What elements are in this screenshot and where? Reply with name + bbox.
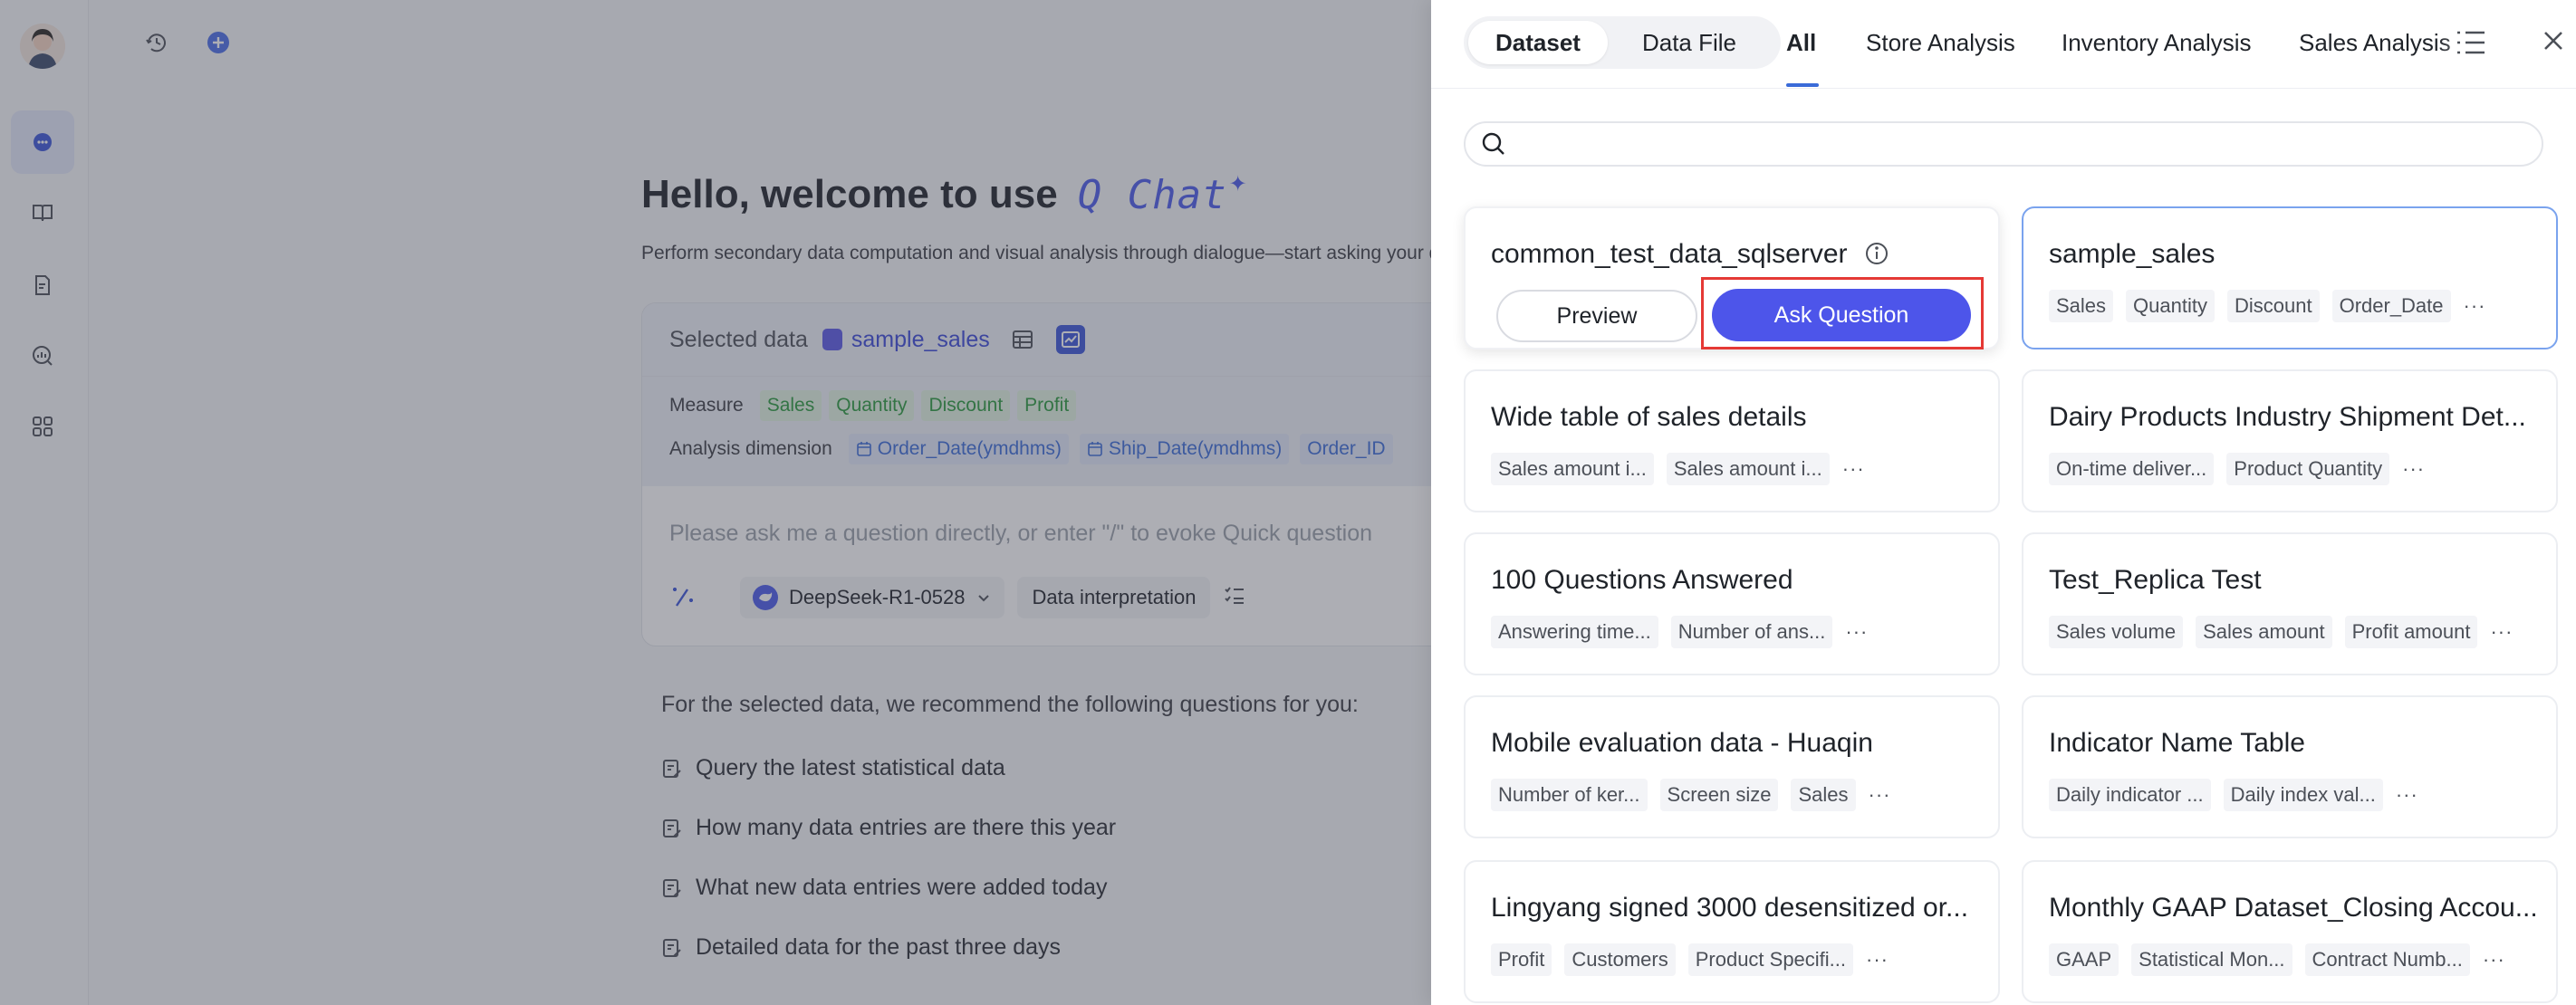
field-tag: Answering time... bbox=[1491, 616, 1658, 648]
dataset-card[interactable]: Wide table of sales details Sales amount… bbox=[1464, 369, 2000, 512]
field-tag: Number of ker... bbox=[1491, 779, 1648, 811]
tab-sales-analysis[interactable]: Sales Analysis bbox=[2299, 29, 2451, 57]
info-icon bbox=[1866, 243, 1888, 264]
tab-store-analysis[interactable]: Store Analysis bbox=[1866, 29, 2015, 57]
field-tag: Profit amount bbox=[2344, 616, 2478, 648]
field-tag: Daily indicator ... bbox=[2049, 779, 2211, 811]
dataset-field-tags: Number of ker... Screen size Sales ··· bbox=[1491, 779, 1891, 811]
dataset-card[interactable]: Lingyang signed 3000 desensitized or... … bbox=[1464, 860, 2000, 1003]
field-tag: Profit bbox=[1491, 943, 1552, 976]
field-tag: Contract Numb... bbox=[2304, 943, 2470, 976]
dataset-card-title: Wide table of sales details bbox=[1491, 402, 1807, 432]
dataset-card-title: common_test_data_sqlserver bbox=[1491, 239, 1848, 269]
more-fields-icon[interactable]: ··· bbox=[2490, 620, 2513, 644]
more-fields-icon[interactable]: ··· bbox=[2402, 457, 2425, 481]
dataset-drawer: Dataset Data File All Store Analysis Inv… bbox=[1431, 0, 2576, 1005]
dataset-field-tags: GAAP Statistical Mon... Contract Numb...… bbox=[2049, 943, 2505, 976]
more-fields-icon[interactable]: ··· bbox=[1866, 948, 1889, 972]
dataset-card-title: Indicator Name Table bbox=[2049, 728, 2305, 758]
dataset-field-tags: On-time deliver... Product Quantity ··· bbox=[2049, 453, 2425, 485]
dataset-field-tags: Sales amount i... Sales amount i... ··· bbox=[1491, 453, 1865, 485]
field-tag: Product Quantity bbox=[2226, 453, 2390, 485]
dataset-card-title: Lingyang signed 3000 desensitized or... bbox=[1491, 893, 1969, 923]
field-tag: Discount bbox=[2226, 290, 2320, 322]
more-fields-icon[interactable]: ··· bbox=[1869, 783, 1891, 807]
drawer-tab-bar: Dataset Data File All Store Analysis Inv… bbox=[1431, 0, 2576, 89]
dataset-card-title: Mobile evaluation data - Huaqin bbox=[1491, 728, 1873, 758]
close-button[interactable] bbox=[2540, 27, 2567, 59]
tab-inventory-analysis[interactable]: Inventory Analysis bbox=[2062, 29, 2252, 57]
dataset-search-box bbox=[1464, 121, 2543, 167]
dataset-card-title: 100 Questions Answered bbox=[1491, 565, 1793, 595]
close-icon bbox=[2544, 32, 2562, 50]
dataset-field-tags: Sales volume Sales amount Profit amount … bbox=[2049, 616, 2513, 648]
segment-dataset[interactable]: Dataset bbox=[1468, 21, 1608, 64]
dataset-card-sample-sales[interactable]: sample_sales Sales Quantity Discount Ord… bbox=[2022, 206, 2558, 349]
field-tag: Number of ans... bbox=[1670, 616, 1833, 648]
dataset-card[interactable]: Test_Replica Test Sales volume Sales amo… bbox=[2022, 532, 2558, 675]
dataset-field-tags: Answering time... Number of ans... ··· bbox=[1491, 616, 1868, 648]
field-tag: Sales amount bbox=[2196, 616, 2332, 648]
preview-button[interactable]: Preview bbox=[1496, 290, 1697, 342]
dataset-card-title: Monthly GAAP Dataset_Closing Accou... bbox=[2049, 893, 2538, 923]
dataset-card-title: sample_sales bbox=[2049, 239, 2216, 269]
field-tag: Sales bbox=[2049, 290, 2114, 322]
more-fields-icon[interactable]: ··· bbox=[1845, 620, 1868, 644]
more-fields-icon[interactable]: ··· bbox=[2464, 294, 2486, 318]
field-tag: Product Specifi... bbox=[1687, 943, 1854, 976]
more-fields-icon[interactable]: ··· bbox=[2396, 783, 2418, 807]
field-tag: Statistical Mon... bbox=[2131, 943, 2292, 976]
dataset-field-tags: Daily indicator ... Daily index val... ·… bbox=[2049, 779, 2418, 811]
modal-overlay[interactable] bbox=[0, 0, 1431, 1005]
field-tag: Quantity bbox=[2126, 290, 2215, 322]
ask-question-button[interactable]: Ask Question bbox=[1712, 289, 1971, 341]
more-fields-icon[interactable]: ··· bbox=[2483, 948, 2505, 972]
field-tag: Order_Date bbox=[2331, 290, 2451, 322]
field-tag: GAAP bbox=[2049, 943, 2119, 976]
dataset-card[interactable]: Indicator Name Table Daily indicator ...… bbox=[2022, 695, 2558, 838]
field-tag: Sales volume bbox=[2049, 616, 2184, 648]
tab-all[interactable]: All bbox=[1786, 29, 1816, 57]
field-tag: Daily index val... bbox=[2223, 779, 2383, 811]
dataset-search-input[interactable] bbox=[1518, 126, 2542, 162]
dataset-card[interactable]: Dairy Products Industry Shipment Det... … bbox=[2022, 369, 2558, 512]
tab-list-button[interactable] bbox=[2455, 27, 2487, 62]
active-tab-indicator bbox=[1786, 83, 1819, 87]
list-icon bbox=[2457, 31, 2485, 54]
dataset-field-tags: Profit Customers Product Specifi... ··· bbox=[1491, 943, 1889, 976]
field-tag: Sales amount i... bbox=[1491, 453, 1654, 485]
dataset-card-actions: Preview bbox=[1496, 290, 1697, 342]
dataset-info-button[interactable] bbox=[1864, 241, 1889, 271]
more-fields-icon[interactable]: ··· bbox=[1842, 457, 1865, 481]
dataset-field-tags: Sales Quantity Discount Order_Date ··· bbox=[2049, 290, 2486, 322]
dataset-card[interactable]: 100 Questions Answered Answering time...… bbox=[1464, 532, 2000, 675]
search-icon bbox=[1482, 132, 1504, 155]
field-tag: Screen size bbox=[1659, 779, 1779, 811]
field-tag: Sales bbox=[1791, 779, 1856, 811]
dataset-card[interactable]: Mobile evaluation data - Huaqin Number o… bbox=[1464, 695, 2000, 838]
dataset-card[interactable]: Monthly GAAP Dataset_Closing Accou... GA… bbox=[2022, 860, 2558, 1003]
field-tag: Customers bbox=[1564, 943, 1676, 976]
dataset-card-title: Dairy Products Industry Shipment Det... bbox=[2049, 402, 2526, 432]
field-tag: On-time deliver... bbox=[2049, 453, 2215, 485]
source-type-switch: Dataset Data File bbox=[1464, 16, 1781, 69]
field-tag: Sales amount i... bbox=[1666, 453, 1830, 485]
segment-data-file[interactable]: Data File bbox=[1608, 21, 1771, 64]
dataset-card-title: Test_Replica Test bbox=[2049, 565, 2262, 595]
